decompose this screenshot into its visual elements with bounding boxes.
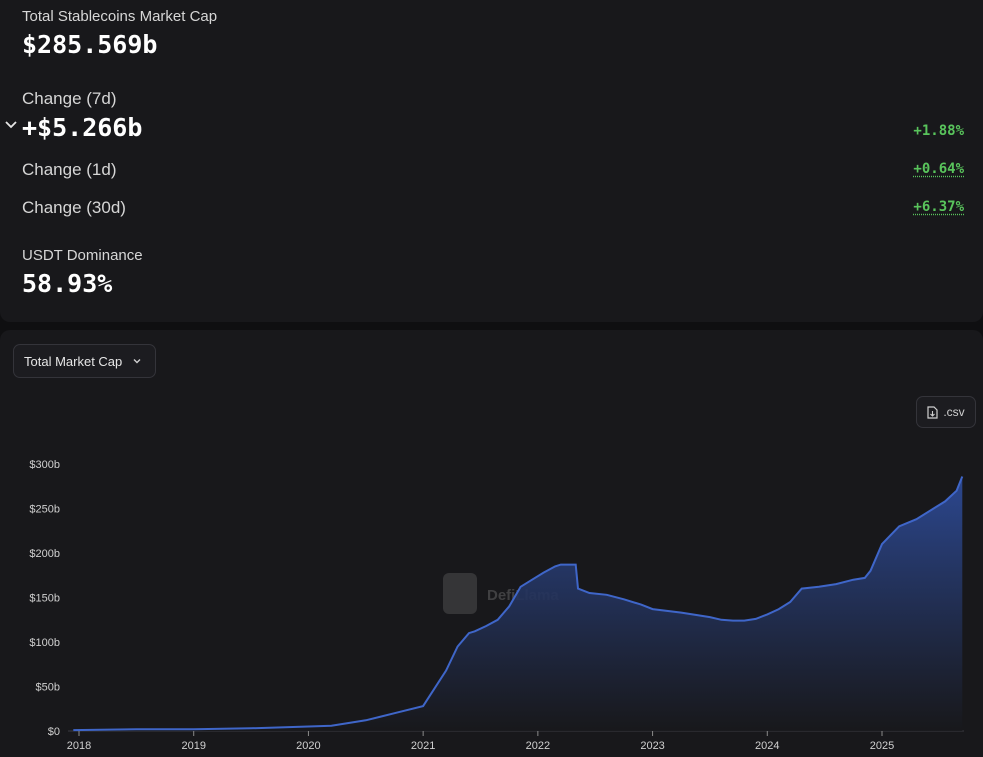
summary-panel: Total Stablecoins Market Cap $285.569b C…	[0, 0, 983, 322]
change-30d-label: Change (30d)	[22, 198, 126, 217]
change-7d-label: Change (7d)	[22, 89, 117, 108]
market-cap-label: Total Stablecoins Market Cap	[22, 8, 218, 25]
market-cap-value: $285.569b	[22, 30, 158, 59]
dominance-value: 58.93%	[22, 269, 113, 298]
file-download-icon	[927, 405, 938, 419]
dropdown-label: Total Market Cap	[24, 353, 123, 369]
dominance-label: USDT Dominance	[22, 247, 143, 264]
change-1d-percent[interactable]: +0.64%	[913, 161, 964, 177]
chart-panel	[0, 330, 983, 757]
csv-label: .csv	[943, 405, 965, 419]
chevron-down-icon[interactable]	[4, 118, 18, 132]
change-1d-label: Change (1d)	[22, 160, 117, 179]
change-30d-percent[interactable]: +6.37%	[913, 199, 964, 215]
change-7d-percent: +1.88%	[913, 123, 964, 139]
chevron-down-icon	[133, 359, 141, 364]
chart-type-dropdown[interactable]: Total Market Cap	[13, 344, 156, 378]
change-7d-value: +$5.266b	[22, 113, 143, 142]
csv-download-button[interactable]: .csv	[916, 396, 976, 428]
